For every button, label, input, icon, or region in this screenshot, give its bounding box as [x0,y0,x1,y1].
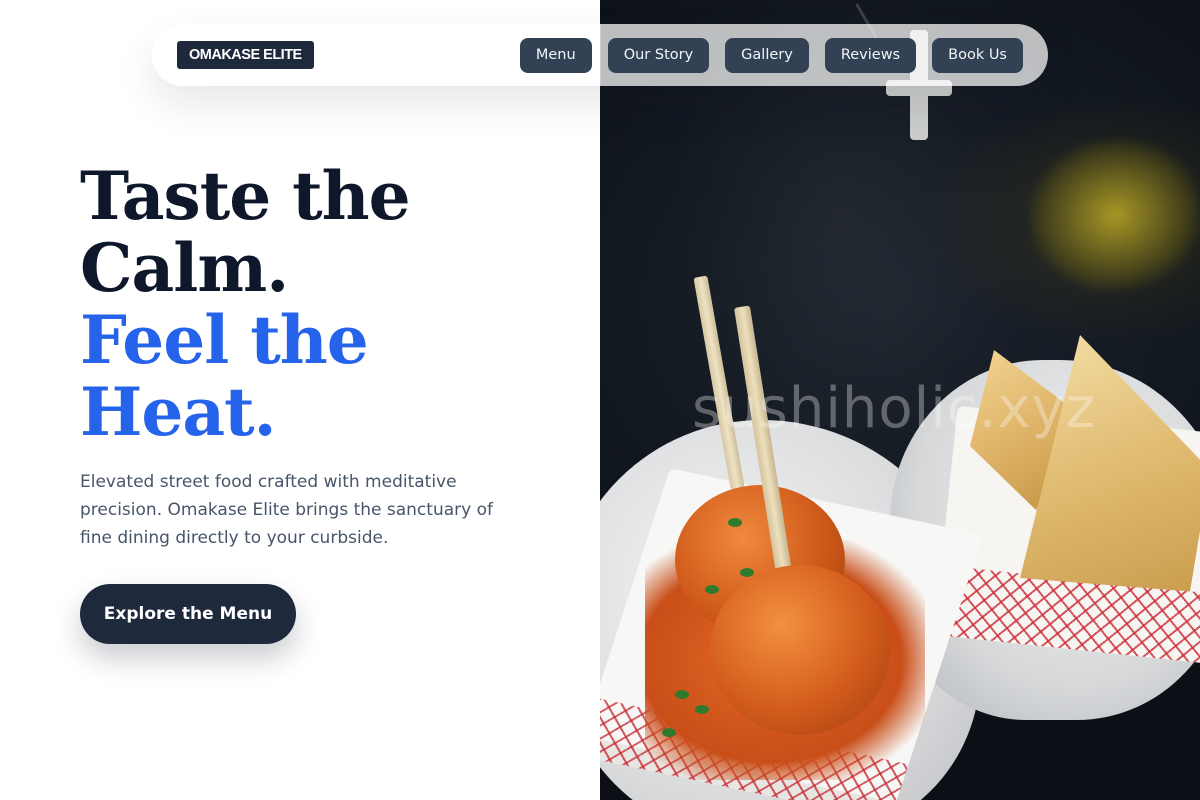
explore-menu-button[interactable]: Explore the Menu [80,584,296,644]
herb-garnish [705,585,719,594]
hero-headline: Taste the Calm. Feel the Heat. [80,160,560,448]
headline-line-1: Taste the [80,157,411,235]
headline-line-3: Feel the [80,301,369,379]
nav-links: Menu Our Story Gallery Reviews Book Us [519,38,1023,73]
shirt-logo-print [1020,128,1200,302]
brand-logo[interactable]: OMAKASE ELITE [177,41,314,69]
headline-line-2: Calm. [80,229,289,307]
herb-garnish [728,518,742,527]
herb-garnish [695,705,709,714]
herb-garnish [740,568,754,577]
nav-link-reviews[interactable]: Reviews [824,38,917,73]
herb-garnish [675,690,689,699]
nav-link-book-us[interactable]: Book Us [932,38,1023,73]
headline-line-4: Heat. [80,373,277,451]
watermark-text: sushiholic.xyz [692,376,1097,441]
nav-link-gallery[interactable]: Gallery [725,38,809,73]
herb-garnish [662,728,676,737]
nav-link-our-story[interactable]: Our Story [607,38,710,73]
nav-link-menu[interactable]: Menu [519,38,592,73]
hero-description: Elevated street food crafted with medita… [80,472,493,548]
top-navigation: OMAKASE ELITE Menu Our Story Gallery Rev… [152,24,1048,86]
meatball [710,565,890,735]
